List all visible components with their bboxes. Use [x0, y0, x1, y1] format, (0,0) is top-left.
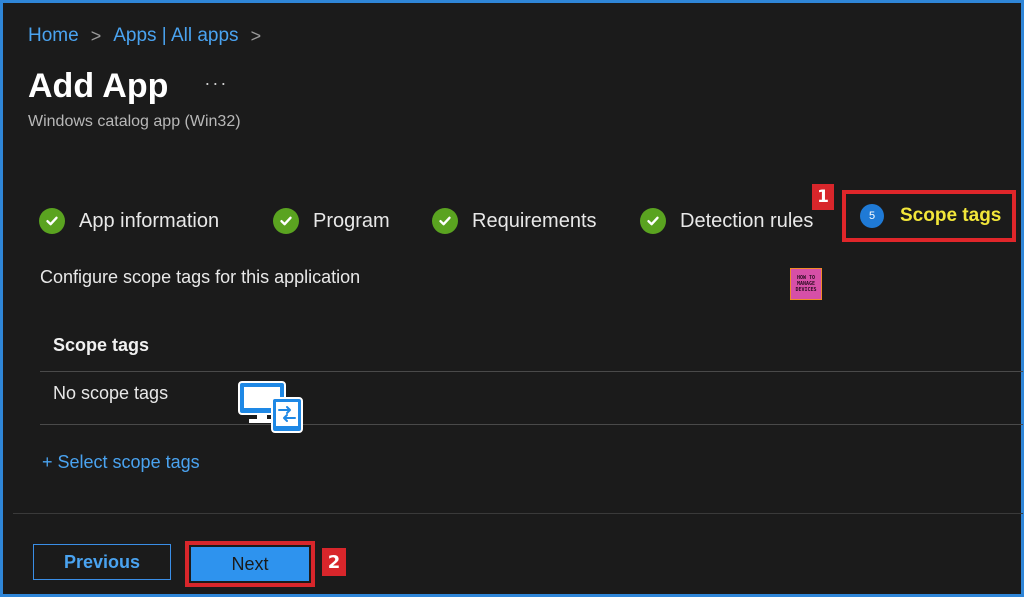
step-scope-tags[interactable]: 5 Scope tags [842, 190, 1016, 242]
breadcrumb-apps[interactable]: Apps | All apps [113, 25, 238, 47]
step-requirements[interactable]: Requirements [432, 201, 597, 241]
breadcrumb: Home > Apps | All apps > [28, 25, 273, 47]
table-divider [40, 371, 1023, 372]
chevron-right-icon: > [90, 25, 102, 46]
step-label: Detection rules [680, 209, 814, 232]
remote-desktop-icon [238, 381, 303, 433]
page-subtitle: Windows catalog app (Win32) [28, 113, 241, 130]
check-circle-icon [39, 208, 65, 234]
wizard-steps: App information Program Requirements Det… [39, 190, 1019, 242]
step-app-information[interactable]: App information [39, 201, 219, 241]
app-window: Home > Apps | All apps > Add App ··· Win… [0, 0, 1024, 597]
logo-line: DEVICES [795, 287, 817, 293]
scope-tags-column-header: Scope tags [53, 335, 150, 355]
step-detection-rules[interactable]: Detection rules [640, 201, 813, 241]
step-program[interactable]: Program [273, 201, 390, 241]
breadcrumb-home[interactable]: Home [28, 25, 79, 47]
previous-button[interactable]: Previous [33, 544, 171, 580]
check-circle-icon [640, 208, 666, 234]
next-button[interactable]: Next [191, 547, 309, 581]
chevron-right-icon: > [250, 25, 262, 46]
step-label: App information [79, 209, 220, 232]
footer-divider [13, 513, 1023, 514]
check-circle-icon [273, 208, 299, 234]
htmd-logo: HOW TO MANAGE DEVICES [790, 268, 822, 300]
section-description: Configure scope tags for this applicatio… [40, 267, 361, 287]
check-circle-icon [432, 208, 458, 234]
more-options-button[interactable]: ··· [204, 73, 228, 94]
step-number-icon: 5 [860, 204, 884, 228]
title-row: Add App ··· [28, 67, 228, 106]
step-label: Requirements [472, 209, 597, 232]
scope-tags-empty-text: No scope tags [53, 383, 169, 403]
step-label: Scope tags [900, 205, 1002, 226]
select-scope-tags-link[interactable]: + Select scope tags [42, 452, 200, 473]
page-title: Add App [28, 67, 169, 105]
step-label: Program [313, 209, 390, 232]
annotation-badge-2: 2 [322, 548, 346, 576]
next-button-highlight: Next [185, 541, 315, 587]
annotation-badge-1: 1 [812, 184, 834, 210]
table-divider [40, 424, 1023, 425]
